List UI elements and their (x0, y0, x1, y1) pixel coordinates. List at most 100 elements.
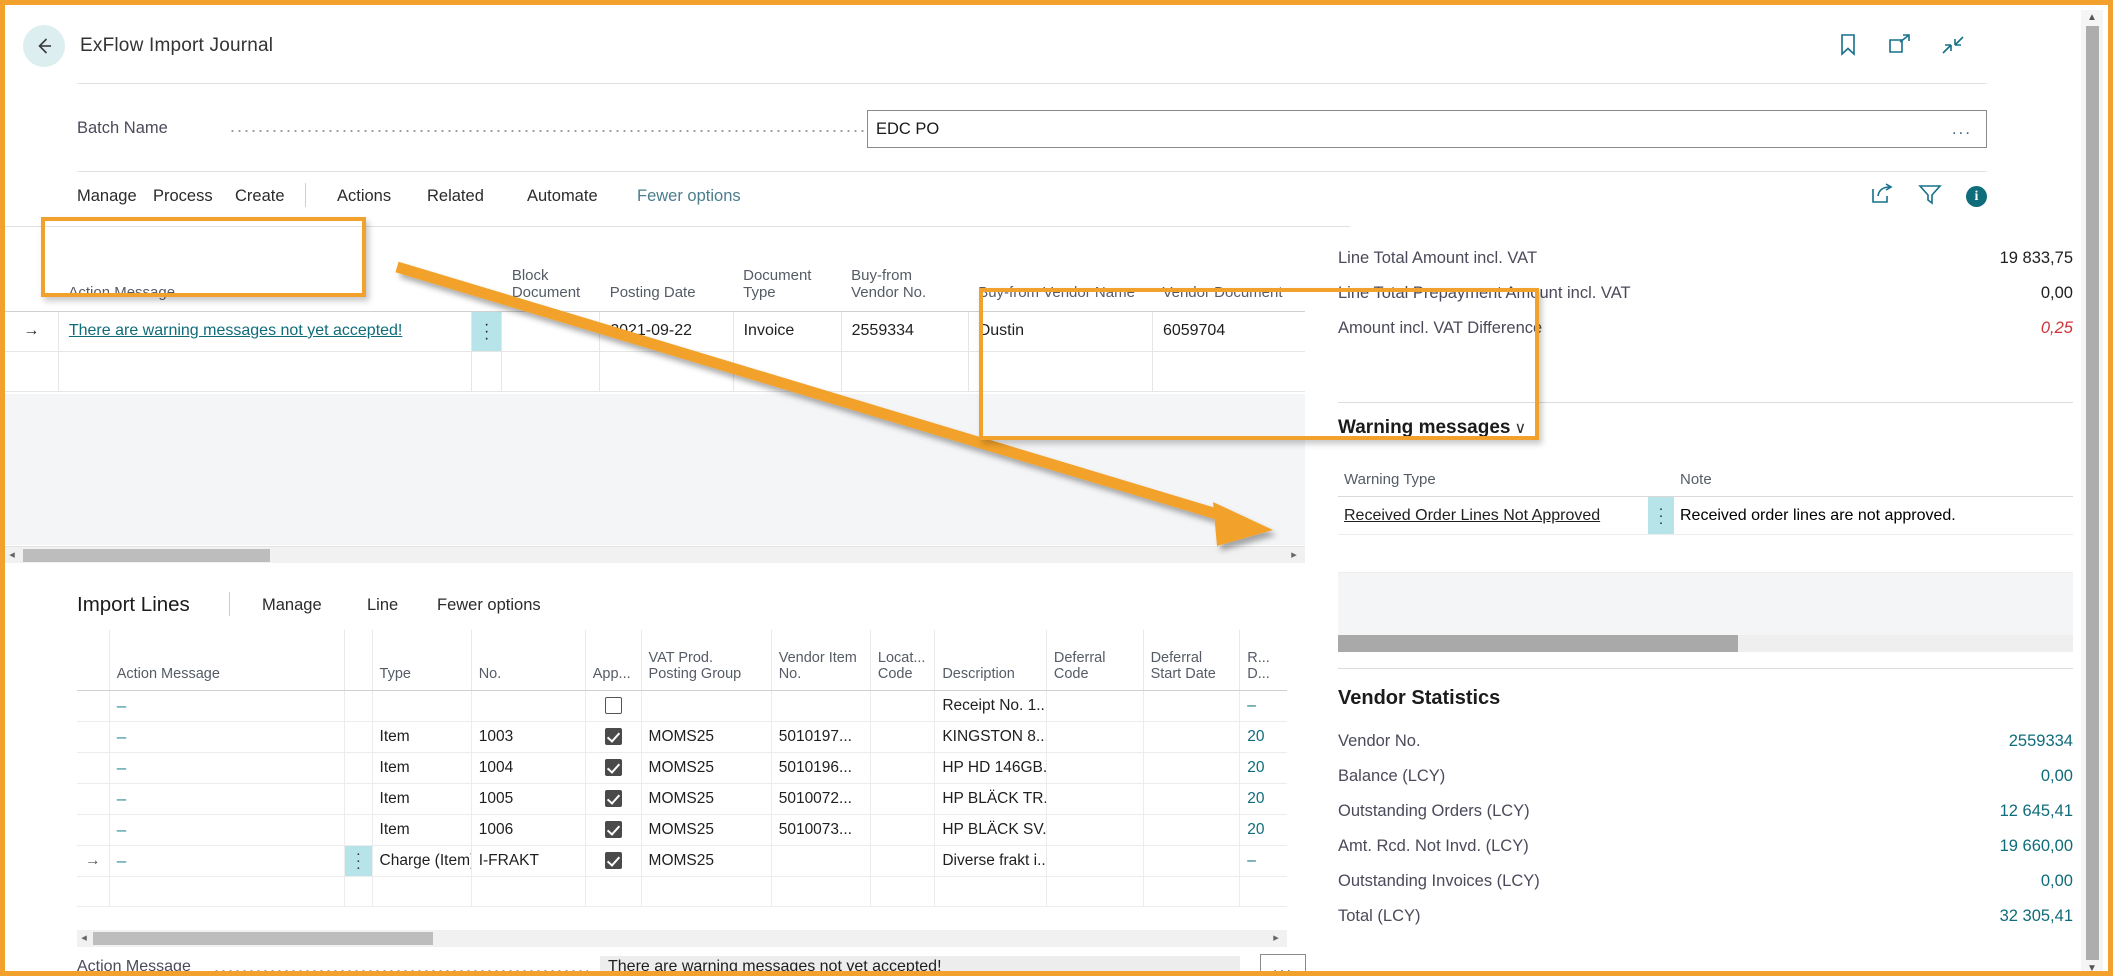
ribbon-item-manage[interactable]: Manage (77, 187, 137, 206)
cell-il-approved-checkbox[interactable] (585, 752, 641, 783)
cell-warning-type[interactable]: Received Order Lines Not Approved (1338, 497, 1648, 535)
il-row-menu-button[interactable] (345, 783, 372, 814)
cell-il-deferral-code[interactable] (1046, 752, 1143, 783)
row-menu-button[interactable]: ··· (471, 311, 501, 351)
collapse-icon[interactable] (1941, 33, 1965, 57)
cell-il-deferral-start-date[interactable] (1143, 721, 1240, 752)
cell-il-vendor-item-no[interactable]: 5010073... (771, 814, 870, 845)
checkbox-checked-icon[interactable] (605, 759, 622, 776)
cell-il-type[interactable]: Item (372, 752, 471, 783)
status-value[interactable]: There are warning messages not yet accep… (600, 956, 1240, 976)
table-row[interactable]: → There are warning messages not yet acc… (5, 311, 1305, 351)
col-posting-date[interactable]: Posting Date (600, 249, 733, 311)
cell-il-description[interactable]: Receipt No. 1... (935, 690, 1047, 721)
cell-block-document[interactable] (502, 351, 600, 391)
cell-il-deferral-start-date[interactable] (1143, 783, 1240, 814)
scroll-left-arrow[interactable]: ◂ (5, 549, 19, 561)
cell-empty[interactable] (1240, 876, 1287, 906)
cell-il-approved-checkbox[interactable] (585, 814, 641, 845)
table-row[interactable]: –Item1006MOMS255010073...HP BLÄCK SV...2… (77, 814, 1287, 845)
cell-il-deferral-start-date[interactable] (1143, 845, 1240, 876)
cell-empty[interactable] (471, 876, 585, 906)
cell-il-deferral-code[interactable] (1046, 721, 1143, 752)
cell-il-extra[interactable]: 20 (1240, 783, 1287, 814)
cell-empty[interactable] (1143, 876, 1240, 906)
cell-empty[interactable] (870, 876, 934, 906)
col-warning-type[interactable]: Warning Type (1338, 449, 1648, 497)
cell-il-action-message[interactable]: – (109, 783, 345, 814)
il-row-menu-button[interactable] (345, 690, 372, 721)
il-row-menu-button[interactable]: ··· (345, 845, 372, 876)
il-row-menu-button[interactable] (345, 752, 372, 783)
vendor-stat-value[interactable]: 2559334 (2009, 732, 2073, 751)
table-row[interactable]: –Item1005MOMS255010072...HP BLÄCK TR...2… (77, 783, 1287, 814)
cell-buy-from-vendor-no[interactable] (841, 351, 968, 391)
scroll-thumb[interactable] (2086, 26, 2099, 960)
cell-il-vendor-item-no[interactable]: 5010196... (771, 752, 870, 783)
cell-il-no[interactable] (471, 690, 585, 721)
bookmark-icon[interactable] (1837, 33, 1859, 57)
batch-name-input[interactable]: EDC PO ... (867, 110, 1987, 148)
col-buy-from-vendor-name[interactable]: Buy-from Vendor Name (968, 249, 1152, 311)
cell-il-deferral-code[interactable] (1046, 845, 1143, 876)
row-menu-button[interactable] (471, 351, 501, 391)
import-lines-action-manage[interactable]: Manage (262, 596, 322, 615)
ribbon-item-actions[interactable]: Actions (337, 187, 391, 206)
cell-il-action-message[interactable]: – (109, 814, 345, 845)
col-il-action-message[interactable]: Action Message (109, 630, 345, 690)
cell-action-message[interactable]: There are warning messages not yet accep… (58, 311, 471, 351)
table-row[interactable]: –Item1004MOMS255010196...HP HD 146GB...2… (77, 752, 1287, 783)
cell-empty[interactable] (771, 876, 870, 906)
filter-icon[interactable] (1918, 183, 1942, 210)
cell-il-extra[interactable]: 20 (1240, 721, 1287, 752)
cell-il-vat-prod-posting-group[interactable] (641, 690, 771, 721)
checkbox-unchecked-icon[interactable] (605, 697, 622, 714)
cell-il-deferral-start-date[interactable] (1143, 690, 1240, 721)
table-row[interactable] (5, 351, 1305, 391)
table-row[interactable] (77, 876, 1287, 906)
ribbon-item-process[interactable]: Process (153, 187, 213, 206)
col-warning-note[interactable]: Note (1674, 449, 2073, 497)
cell-il-extra[interactable]: – (1240, 690, 1287, 721)
vendor-stat-value[interactable]: 19 660,00 (2000, 837, 2073, 856)
cell-il-approved-checkbox[interactable] (585, 845, 641, 876)
table-row[interactable] (1338, 535, 2073, 573)
cell-buy-from-vendor-name[interactable]: Dustin (968, 311, 1152, 351)
cell-empty[interactable] (109, 876, 345, 906)
cell-empty[interactable] (372, 876, 471, 906)
table-row[interactable]: Received Order Lines Not Approved ··· Re… (1338, 497, 2073, 535)
status-more-button[interactable]: ... (1260, 954, 1306, 976)
cell-buy-from-vendor-no[interactable]: 2559334 (841, 311, 968, 351)
table-row[interactable]: →–···Charge (Item)I-FRAKTMOMS25Diverse f… (77, 845, 1287, 876)
cell-il-location-code[interactable] (870, 690, 934, 721)
cell-il-vat-prod-posting-group[interactable]: MOMS25 (641, 783, 771, 814)
journal-grid-hscrollbar[interactable]: ◂ ▸ (5, 546, 1305, 563)
cell-il-extra[interactable]: – (1240, 845, 1287, 876)
ribbon-item-automate[interactable]: Automate (527, 187, 598, 206)
table-row[interactable]: –Item1003MOMS255010197...KINGSTON 8...20 (77, 721, 1287, 752)
cell-il-extra[interactable]: 20 (1240, 752, 1287, 783)
cell-il-description[interactable]: HP BLÄCK TR... (935, 783, 1047, 814)
scroll-right-arrow[interactable]: ▸ (1269, 932, 1283, 944)
checkbox-checked-icon[interactable] (605, 821, 622, 838)
cell-il-deferral-code[interactable] (1046, 814, 1143, 845)
cell-il-deferral-code[interactable] (1046, 690, 1143, 721)
scroll-right-arrow[interactable]: ▸ (1287, 549, 1301, 561)
warning-row-menu-button[interactable]: ··· (1648, 497, 1674, 535)
col-buy-from-vendor-no[interactable]: Buy-from Vendor No. (841, 249, 968, 311)
cell-vendor-document[interactable] (1152, 351, 1305, 391)
cell-posting-date[interactable]: 2021-09-22 (600, 311, 733, 351)
cell-il-no[interactable]: 1004 (471, 752, 585, 783)
cell-il-action-message[interactable]: – (109, 690, 345, 721)
col-il-extra[interactable]: R... D... (1240, 630, 1287, 690)
vendor-stat-value[interactable]: 0,00 (2041, 872, 2073, 891)
col-il-no[interactable]: No. (471, 630, 585, 690)
cell-empty[interactable] (77, 876, 109, 906)
cell-il-vendor-item-no[interactable]: 5010197... (771, 721, 870, 752)
cell-il-approved-checkbox[interactable] (585, 690, 641, 721)
cell-il-action-message[interactable]: – (109, 845, 345, 876)
cell-il-location-code[interactable] (870, 814, 934, 845)
vendor-stat-value[interactable]: 0,00 (2041, 767, 2073, 786)
cell-il-type[interactable] (372, 690, 471, 721)
vendor-stat-value[interactable]: 12 645,41 (2000, 802, 2073, 821)
